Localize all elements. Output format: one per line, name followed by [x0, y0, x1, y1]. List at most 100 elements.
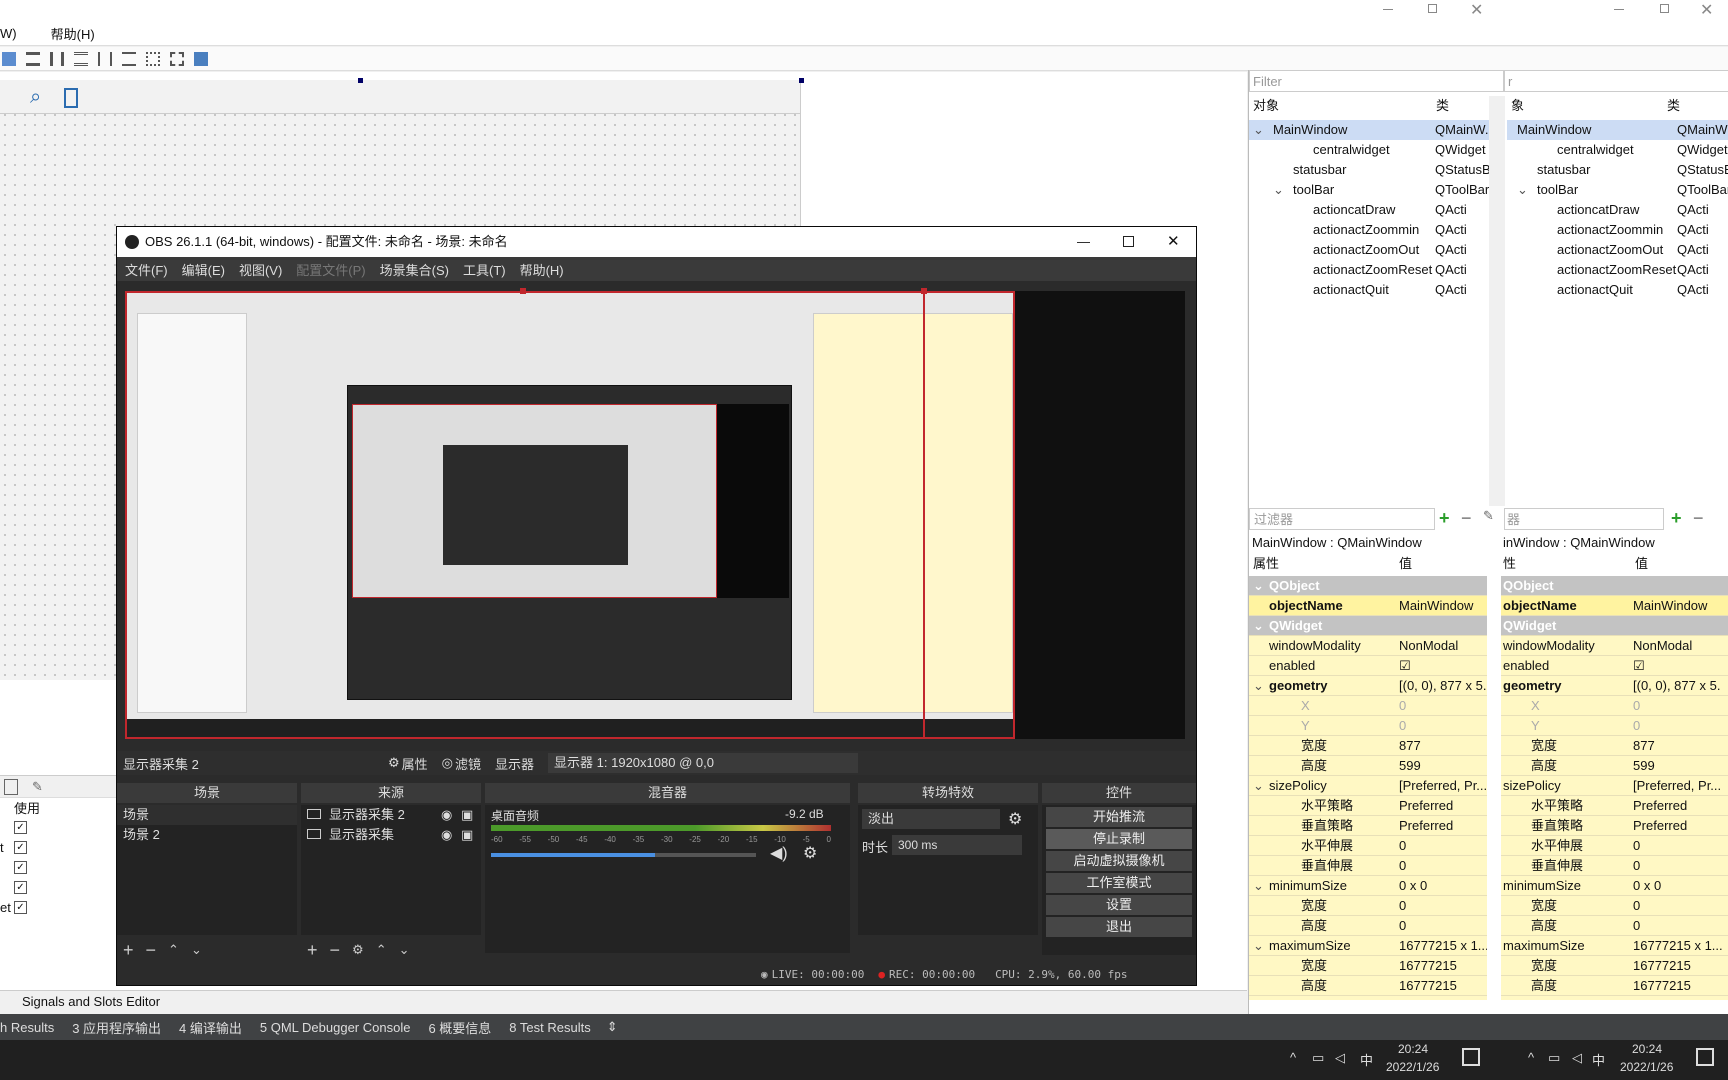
property-value[interactable]: 16777215 [1399, 976, 1457, 996]
use-checkbox[interactable]: ✓ [14, 841, 27, 854]
property-row[interactable]: Y0 [1249, 716, 1487, 736]
property-value[interactable]: 16777215 x 1... [1399, 936, 1487, 956]
remove-source-icon[interactable]: − [330, 940, 341, 961]
property-row[interactable]: 垂直策略 Preferred [1249, 816, 1487, 836]
tree-row[interactable]: MainWindow QMainW.. [1507, 120, 1728, 140]
property-row[interactable]: Y0 [1501, 716, 1728, 736]
property-value[interactable]: Preferred [1633, 796, 1687, 816]
obs-window[interactable]: OBS 26.1.1 (64-bit, windows) - 配置文件: 未命名… [116, 226, 1197, 986]
remove-scene-icon[interactable]: − [146, 940, 157, 961]
expand-icon[interactable]: ⌄ [1273, 180, 1284, 200]
use-checkbox[interactable]: ✓ [14, 901, 27, 914]
filter-input-2[interactable]: r [1504, 70, 1728, 92]
preview-capture[interactable] [125, 291, 1015, 739]
property-group[interactable]: QObject [1501, 576, 1728, 596]
tree-row[interactable]: centralwidget QWidget [1249, 140, 1489, 160]
tree-row[interactable]: actioncatDraw QActi [1249, 200, 1489, 220]
property-value[interactable]: MainWindow [1399, 596, 1473, 616]
layout-split-v-icon[interactable] [122, 51, 136, 66]
property-row[interactable]: 宽度 0 [1501, 896, 1728, 916]
obs-menu-item[interactable]: 工具(T) [463, 260, 506, 279]
scene-item[interactable]: 场景 [117, 805, 297, 825]
scrollbar-v[interactable] [1489, 96, 1505, 556]
property-row[interactable]: geometry [(0, 0), 877 x 5. [1501, 676, 1728, 696]
property-value[interactable]: [(0, 0), 877 x 5. [1633, 676, 1720, 696]
restore-icon[interactable] [1428, 4, 1437, 13]
property-value[interactable]: ☑ [1399, 656, 1411, 676]
obs-menu-item[interactable]: 视图(V) [239, 260, 282, 279]
scene-item[interactable]: 场景 2 [117, 825, 297, 845]
expand-icon[interactable]: ⌄ [1517, 180, 1528, 200]
close-icon[interactable]: ✕ [1470, 0, 1483, 20]
obs-preview[interactable] [125, 288, 1185, 739]
property-row[interactable]: ⌄ geometry [(0, 0), 877 x 5... [1249, 676, 1487, 696]
tree-row[interactable]: centralwidget QWidget [1507, 140, 1728, 160]
adjust-size-icon[interactable] [194, 51, 208, 66]
property-value[interactable]: 599 [1399, 756, 1421, 776]
tabs-arrows-icon[interactable]: ⇕ [607, 1019, 618, 1035]
property-value[interactable]: 0 [1399, 696, 1406, 716]
signals-slots-tab[interactable]: Signals and Slots Editor [0, 990, 1247, 1012]
tree-row[interactable]: actionactZoomReset QActi [1507, 260, 1728, 280]
tree-row[interactable]: statusbar QStatusB [1507, 160, 1728, 180]
property-row[interactable]: 水平策略 Preferred [1249, 796, 1487, 816]
properties-button[interactable]: 属性 [402, 754, 428, 773]
property-value[interactable]: [(0, 0), 877 x 5... [1399, 676, 1487, 696]
property-row[interactable]: 高度 16777215 [1249, 976, 1487, 996]
control-button[interactable]: 开始推流 [1046, 807, 1192, 827]
tree-row[interactable]: ⌄ toolBar QToolBar [1507, 180, 1728, 200]
property-value[interactable]: 0 [1633, 856, 1640, 876]
source-settings-icon[interactable]: ⚙ [352, 942, 364, 958]
property-value[interactable]: 16777215 [1399, 956, 1457, 976]
add-source-icon[interactable]: + [307, 940, 318, 961]
tree-row[interactable]: actionactZoommin QActi [1507, 220, 1728, 240]
property-row[interactable]: windowModality NonModal [1501, 636, 1728, 656]
property-value[interactable]: 0 [1633, 836, 1640, 856]
restore-icon-2[interactable] [1660, 4, 1669, 13]
property-row[interactable]: 垂直伸展 0 [1501, 856, 1728, 876]
property-group[interactable]: QWidget [1501, 616, 1728, 636]
remove-property-icon[interactable]: − [1461, 508, 1472, 529]
tree-row[interactable]: actionactZoomOut QActi [1249, 240, 1489, 260]
expand-icon[interactable]: ⌄ [1253, 876, 1264, 896]
wrench-icon[interactable]: ✎ [1483, 508, 1494, 524]
group-expand-icon[interactable]: ⌄ [1253, 616, 1264, 636]
property-group[interactable]: ⌄ QObject [1249, 576, 1487, 596]
property-row[interactable]: 高度 599 [1249, 756, 1487, 776]
tree-row[interactable]: actionactQuit QActi [1507, 280, 1728, 300]
property-value[interactable]: 0 x 0 [1633, 876, 1661, 896]
clock-time[interactable]: 20:24 [1398, 1042, 1428, 1056]
output-tab[interactable]: 5 QML Debugger Console [260, 1020, 411, 1035]
property-filter-input[interactable]: 过滤器 [1249, 508, 1435, 530]
ime-indicator[interactable]: 中 [1360, 1050, 1373, 1069]
property-row[interactable]: 宽度 0 [1249, 896, 1487, 916]
tree-row[interactable]: actionactZoomOut QActi [1507, 240, 1728, 260]
edit-icon[interactable]: ✎ [32, 779, 43, 795]
add-property-icon-2[interactable]: + [1671, 508, 1682, 529]
obs-maximize-icon[interactable] [1123, 236, 1134, 247]
handle-right-top[interactable] [799, 78, 804, 83]
property-value[interactable]: 16777215 x 1... [1633, 936, 1723, 956]
use-checkbox[interactable]: ✓ [14, 881, 27, 894]
obs-menu-item[interactable]: 配置文件(P) [296, 260, 365, 279]
obs-close-icon[interactable]: ✕ [1167, 227, 1180, 257]
property-row[interactable]: ⌄ sizePolicy [Preferred, Pr... [1249, 776, 1487, 796]
property-row[interactable]: ⌄ minimumSize 0 x 0 [1249, 876, 1487, 896]
chevron-up-icon[interactable]: ^ [1290, 1050, 1296, 1065]
clock-date[interactable]: 2022/1/26 [1386, 1060, 1439, 1074]
page-icon[interactable] [4, 778, 18, 795]
output-tab[interactable]: h Results [0, 1020, 54, 1035]
zoom-reset-icon[interactable]: ⌕ [30, 86, 41, 109]
expand-icon[interactable]: ⌄ [1253, 936, 1264, 956]
layout-form-icon[interactable] [170, 51, 184, 66]
output-tab[interactable]: 4 编译输出 [179, 1018, 242, 1037]
tree-row[interactable]: actionactQuit QActi [1249, 280, 1489, 300]
output-tab[interactable]: 6 概要信息 [428, 1018, 491, 1037]
property-value[interactable]: 0 [1399, 836, 1406, 856]
obs-minimize-icon[interactable]: — [1077, 227, 1090, 257]
ime-indicator-2[interactable]: 中 [1592, 1050, 1605, 1069]
property-value[interactable]: 0 [1399, 896, 1406, 916]
expand-icon[interactable]: ⌄ [1253, 120, 1264, 140]
control-button[interactable]: 退出 [1046, 917, 1192, 937]
property-row[interactable]: minimumSize 0 x 0 [1501, 876, 1728, 896]
